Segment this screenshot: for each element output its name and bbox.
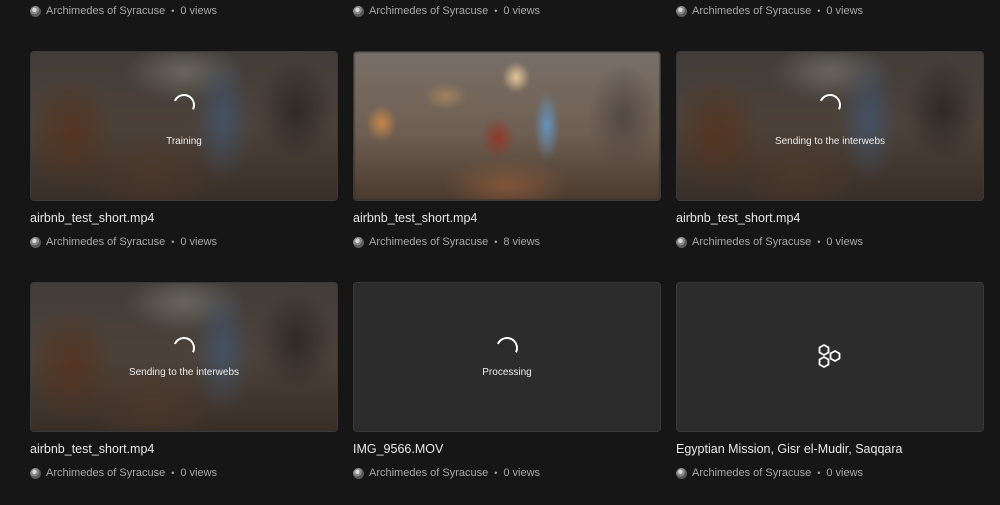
- separator-dot: •: [817, 237, 821, 247]
- separator-dot: •: [817, 468, 821, 478]
- author-name[interactable]: Archimedes of Syracuse: [692, 5, 811, 17]
- capture-status: Training: [166, 136, 202, 147]
- capture-title[interactable]: Egyptian Mission, Gisr el-Mudir, Saqqara: [676, 442, 902, 458]
- capture-card[interactable]: Sending to the interwebs: [676, 51, 984, 201]
- capture-title[interactable]: airbnb_test_short.mp4: [353, 211, 477, 227]
- capture-title[interactable]: airbnb_test_short.mp4: [30, 442, 154, 458]
- capture-meta: Archimedes of Syracuse • 0 views: [30, 466, 217, 480]
- separator-dot: •: [494, 237, 498, 247]
- view-count: 0 views: [503, 467, 541, 479]
- view-count: 0 views: [826, 236, 864, 248]
- capture-card[interactable]: Processing: [353, 282, 661, 432]
- author-avatar[interactable]: [353, 467, 364, 479]
- separator-dot: •: [494, 6, 498, 16]
- capture-thumbnail: [354, 52, 660, 200]
- view-count: 0 views: [180, 236, 218, 248]
- author-name[interactable]: Archimedes of Syracuse: [692, 236, 811, 248]
- capture-thumbnail: [31, 52, 337, 200]
- capture-meta: Archimedes of Syracuse • 0 views: [353, 466, 540, 480]
- author-name[interactable]: Archimedes of Syracuse: [692, 467, 811, 479]
- view-count: 8 views: [503, 236, 541, 248]
- loading-spinner-icon: [492, 333, 522, 363]
- author-name[interactable]: Archimedes of Syracuse: [369, 467, 488, 479]
- capture-title[interactable]: airbnb_test_short.mp4: [30, 211, 154, 227]
- capture-meta: Archimedes of Syracuse • 0 views: [30, 235, 217, 249]
- author-avatar[interactable]: [676, 5, 687, 17]
- author-avatar[interactable]: [30, 236, 41, 248]
- capture-meta: Archimedes of Syracuse • 8 views: [353, 235, 540, 249]
- view-count: 0 views: [826, 5, 864, 17]
- capture-status: Sending to the interwebs: [128, 367, 240, 378]
- author-name[interactable]: Archimedes of Syracuse: [46, 236, 165, 248]
- capture-meta: Archimedes of Syracuse • 0 views: [353, 4, 540, 18]
- author-name[interactable]: Archimedes of Syracuse: [46, 5, 165, 17]
- author-name[interactable]: Archimedes of Syracuse: [369, 236, 488, 248]
- capture-title[interactable]: IMG_9566.MOV: [353, 442, 443, 458]
- view-count: 0 views: [503, 5, 541, 17]
- view-count: 0 views: [826, 467, 864, 479]
- separator-dot: •: [171, 6, 175, 16]
- capture-meta: Archimedes of Syracuse • 0 views: [676, 235, 863, 249]
- author-avatar[interactable]: [353, 236, 364, 248]
- capture-status: Sending to the interwebs: [774, 136, 886, 147]
- separator-dot: •: [494, 468, 498, 478]
- view-count: 0 views: [180, 467, 218, 479]
- capture-meta: Archimedes of Syracuse • 0 views: [676, 466, 863, 480]
- author-avatar[interactable]: [353, 5, 364, 17]
- view-count: 0 views: [180, 5, 218, 17]
- author-avatar[interactable]: [30, 5, 41, 17]
- capture-card[interactable]: [353, 51, 661, 201]
- author-avatar[interactable]: [30, 467, 41, 479]
- author-name[interactable]: Archimedes of Syracuse: [46, 467, 165, 479]
- capture-status: Processing: [482, 367, 532, 378]
- capture-title[interactable]: airbnb_test_short.mp4: [676, 211, 800, 227]
- separator-dot: •: [171, 468, 175, 478]
- author-avatar[interactable]: [676, 467, 687, 479]
- capture-card[interactable]: Training: [30, 51, 338, 201]
- capture-meta: Archimedes of Syracuse • 0 views: [676, 4, 863, 18]
- capture-meta: Archimedes of Syracuse • 0 views: [30, 4, 217, 18]
- capture-card[interactable]: [676, 282, 984, 432]
- capture-thumbnail: [677, 52, 983, 200]
- author-avatar[interactable]: [676, 236, 687, 248]
- capture-card[interactable]: Sending to the interwebs: [30, 282, 338, 432]
- separator-dot: •: [817, 6, 821, 16]
- separator-dot: •: [171, 237, 175, 247]
- author-name[interactable]: Archimedes of Syracuse: [369, 5, 488, 17]
- hexagon-cluster-icon: [818, 344, 841, 368]
